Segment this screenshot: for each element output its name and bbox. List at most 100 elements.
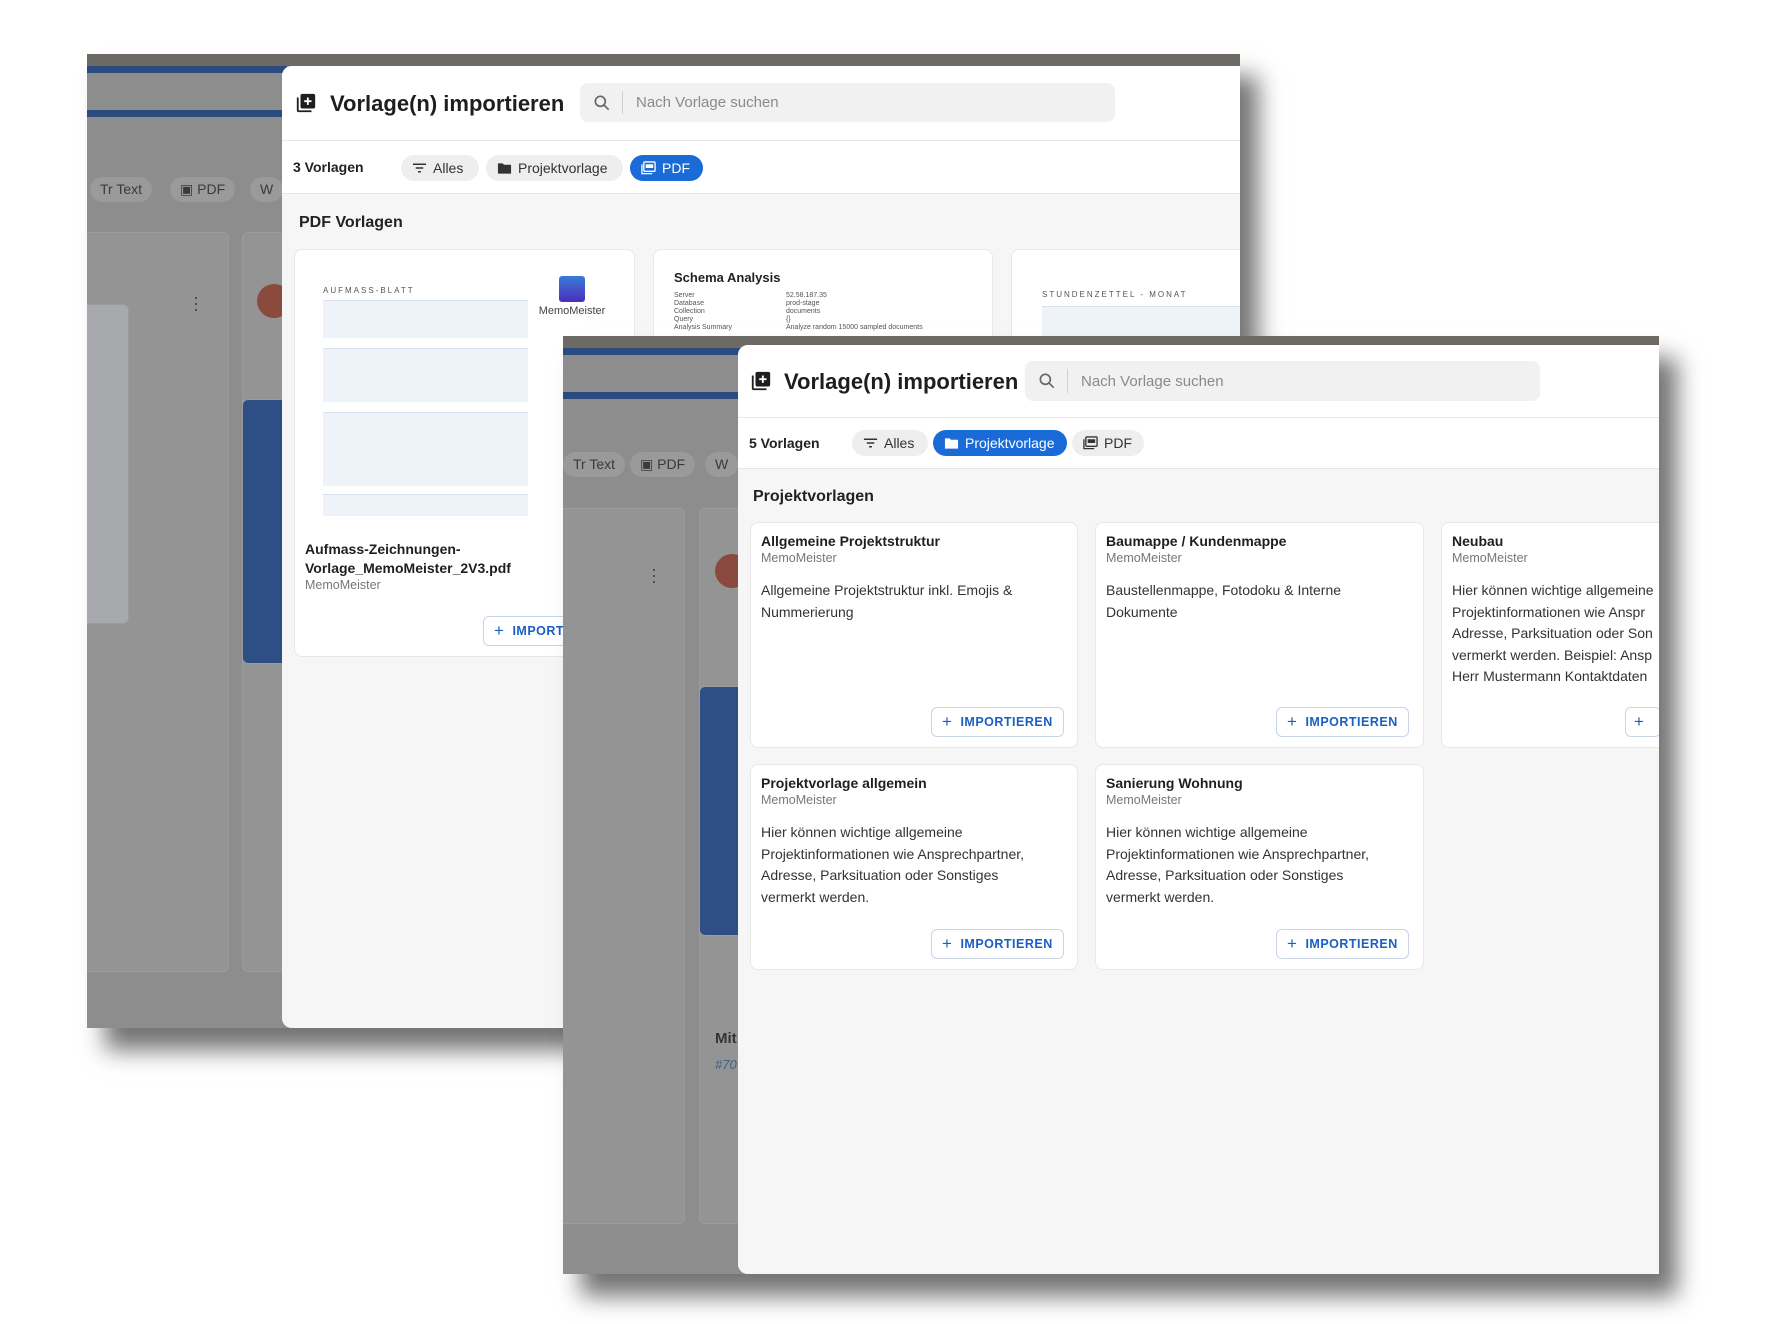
bg-chip-pdf: ▣ PDF [630, 452, 696, 477]
thumbnail-form [323, 412, 528, 486]
import-button[interactable]: + IMPORTIEREN [931, 929, 1064, 959]
card-title: Projektvorlage allgemein [761, 775, 927, 791]
bg-chip-text: Tr Text [90, 177, 153, 202]
template-count: 3 Vorlagen [293, 159, 364, 175]
card-title: Aufmass-Zeichnungen- Vorlage_MemoMeister… [305, 541, 511, 576]
app-header-bar [87, 66, 287, 73]
thumbnail-row: Collection documents [674, 308, 821, 315]
card-title: Sanierung Wohnung [1106, 775, 1243, 791]
card-author: MemoMeister [761, 551, 837, 565]
section-title: PDF Vorlagen [299, 214, 403, 231]
search-icon [592, 93, 612, 113]
filter-row: 3 Vorlagen Alles Projektvorlage PDF [282, 141, 1240, 194]
template-count: 5 Vorlagen [749, 435, 820, 451]
card-author: MemoMeister [1106, 793, 1182, 807]
card-title: Allgemeine Projektstruktur [761, 533, 940, 549]
dialog-title: Vorlage(n) importieren [784, 369, 1019, 394]
search-input[interactable] [1081, 361, 1530, 401]
search-field[interactable] [580, 83, 1115, 122]
card-description: Hier können wichtige allgemeine Projektin… [1106, 824, 1370, 905]
more-options-icon[interactable]: · · · [193, 288, 199, 318]
import-button[interactable]: + IMPORTIEREN [931, 707, 1064, 737]
search-divider [1067, 369, 1068, 393]
library-add-icon [750, 370, 772, 392]
import-button[interactable]: + [1625, 707, 1659, 737]
import-dialog-front: Vorlage(n) importieren 5 Vorlagen Alles … [738, 345, 1659, 1274]
library-add-icon [295, 92, 317, 114]
plus-icon: + [1634, 712, 1645, 731]
search-input[interactable] [636, 83, 1105, 122]
pdf-icon: ▣ [640, 456, 658, 472]
bookmarks-bar [87, 54, 1240, 66]
bg-chip-pdf: ▣ PDF [170, 177, 236, 202]
card-author: MemoMeister [1106, 551, 1182, 565]
card-description: Hier können wichtige allgemeine Projektin… [761, 824, 1025, 905]
pdf-icon [1083, 436, 1098, 450]
search-icon [1037, 371, 1057, 391]
memomeister-logo: MemoMeister [537, 276, 607, 317]
card-author: MemoMeister [761, 793, 837, 807]
thumbnail-form [323, 494, 528, 516]
thumbnail-row: Analysis Summary Analyze random 15000 sam… [674, 324, 923, 331]
section-title: Projektvorlagen [753, 488, 874, 505]
filter-icon [863, 436, 878, 450]
thumbnail-form [323, 300, 528, 338]
template-card: Sanierung Wohnung MemoMeister Hier könne… [1095, 764, 1424, 970]
thumbnail-heading: STUNDENZETTEL - MONAT [1042, 290, 1188, 299]
card-author: MemoMeister [1452, 551, 1528, 565]
search-field[interactable] [1025, 361, 1540, 401]
filter-icon [412, 161, 427, 175]
bg-chip-text: Tr Text [563, 452, 626, 477]
bg-chip-word: W [250, 177, 284, 202]
template-card: Neubau MemoMeister Hier können wichtige … [1441, 522, 1659, 748]
thumbnail-form [323, 348, 528, 402]
bg-project-card [563, 508, 685, 1224]
plus-icon: + [942, 712, 953, 731]
bg-project-number: #70 [715, 1057, 737, 1072]
app-nav-bar [563, 392, 743, 399]
pdf-icon [641, 161, 656, 175]
filter-chip-projektvorlage[interactable]: Projektvorlage [486, 155, 623, 181]
filter-chip-projektvorlage[interactable]: Projektvorlage [933, 430, 1067, 456]
thumbnail-row: Database prod-stage [674, 300, 820, 307]
bg-chip-word: W [705, 452, 739, 477]
dialog-header: Vorlage(n) importieren [282, 66, 1240, 141]
plus-icon: + [1287, 712, 1298, 731]
import-button[interactable]: + IMPORTIEREN [1276, 707, 1409, 737]
search-divider [622, 91, 623, 114]
template-card: Baumappe / Kundenmappe MemoMeister Baust… [1095, 522, 1424, 748]
filter-chip-pdf[interactable]: PDF [630, 155, 703, 181]
plus-icon: + [942, 934, 953, 953]
card-description: Hier können wichtige allgemeine Projektin… [1452, 582, 1654, 684]
thumbnail-row: Query{} [674, 316, 791, 323]
app-nav-bar [87, 110, 287, 117]
dialog-content: Projektvorlagen Allgemeine Projektstrukt… [738, 469, 1659, 1274]
pdf-icon: ▣ [180, 181, 198, 197]
filter-chip-alles[interactable]: Alles [852, 430, 928, 456]
plus-icon: + [494, 621, 505, 640]
filter-chip-alles[interactable]: Alles [401, 155, 479, 181]
template-card: Projektvorlage allgemein MemoMeister Hie… [750, 764, 1078, 970]
more-options-icon[interactable]: · · · [651, 560, 657, 590]
text-format-icon: Tr [573, 456, 590, 472]
dialog-title: Vorlage(n) importieren [330, 91, 565, 116]
template-card: Allgemeine Projektstruktur MemoMeister A… [750, 522, 1078, 748]
folder-icon [497, 161, 512, 175]
filter-chip-pdf[interactable]: PDF [1072, 430, 1144, 456]
bg-project-title: Mit [715, 1030, 737, 1047]
app-header-bar [563, 348, 743, 355]
card-author: MemoMeister [305, 578, 381, 592]
thumbnail-heading: AUFMASS-BLATT [323, 286, 415, 295]
import-button[interactable]: + IMPORTIEREN [1276, 929, 1409, 959]
card-description: Baustellenmappe, Fotodoku & Interne Dokum… [1106, 582, 1342, 620]
card-title: Baumappe / Kundenmappe [1106, 533, 1287, 549]
text-format-icon: Tr [100, 181, 117, 197]
thumbnail-row: Server 52.58.187.35 [674, 292, 827, 299]
folder-icon [944, 436, 959, 450]
thumbnail-heading: Schema Analysis [674, 270, 781, 285]
dialog-header: Vorlage(n) importieren [738, 345, 1659, 418]
bg-thumbnail [87, 304, 129, 624]
filter-row: 5 Vorlagen Alles Projektvorlage PDF [738, 418, 1659, 469]
card-description: Allgemeine Projektstruktur inkl. Emojis … [761, 582, 1013, 620]
card-title: Neubau [1452, 533, 1504, 549]
